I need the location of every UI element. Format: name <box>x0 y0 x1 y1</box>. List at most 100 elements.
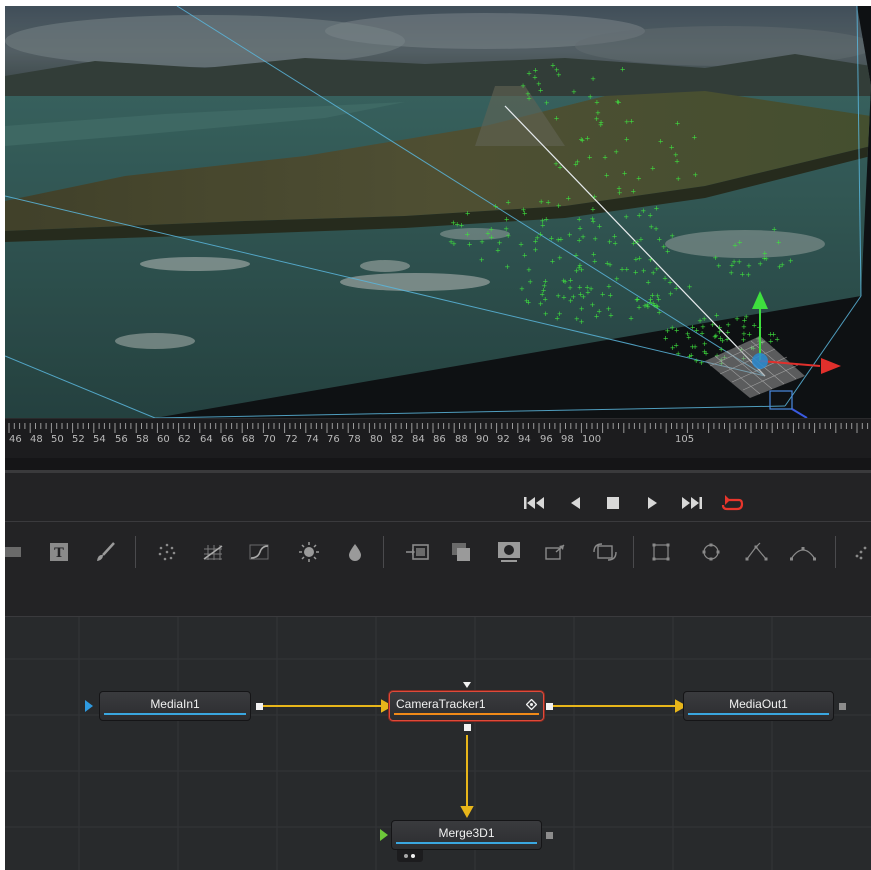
more-tools[interactable] <box>847 538 871 566</box>
svg-text:+: + <box>571 88 577 96</box>
svg-text:+: + <box>522 210 528 218</box>
node-cameratracker1[interactable]: CameraTracker1 <box>389 691 544 721</box>
color-correct-tool[interactable] <box>199 538 227 566</box>
output-port[interactable] <box>256 703 263 710</box>
svg-text:+: + <box>745 271 751 279</box>
svg-text:+: + <box>788 257 794 265</box>
go-to-start-button[interactable] <box>519 491 549 515</box>
svg-text:+: + <box>668 290 674 298</box>
blur-tool[interactable] <box>341 538 369 566</box>
svg-text:+: + <box>553 160 559 168</box>
particles-tool[interactable] <box>153 538 181 566</box>
toolbar-separator <box>135 536 136 568</box>
tick-label: 66 <box>221 434 234 445</box>
svg-text:+: + <box>526 266 532 274</box>
text-tool[interactable]: T <box>45 538 73 566</box>
svg-text:+: + <box>692 171 698 179</box>
svg-text:+: + <box>561 293 567 301</box>
svg-text:+: + <box>545 199 551 207</box>
svg-text:+: + <box>565 195 571 203</box>
svg-text:+: + <box>624 118 630 126</box>
step-back-button[interactable] <box>563 491 587 515</box>
ellipse-mask-tool[interactable] <box>697 538 725 566</box>
mask-tool[interactable] <box>495 538 523 566</box>
timeline-scrollbar[interactable] <box>5 458 871 473</box>
svg-text:+: + <box>588 285 594 293</box>
loop-button[interactable] <box>717 491 747 515</box>
resize-tool[interactable] <box>591 538 619 566</box>
tick-label: 64 <box>200 434 213 445</box>
node-editor[interactable]: MediaIn1 CameraTracker1 MediaOut1 Merge3… <box>5 617 871 870</box>
rectangle-mask-icon <box>652 543 670 561</box>
svg-text:+: + <box>450 219 456 227</box>
svg-text:+: + <box>597 222 603 230</box>
node-color-bar <box>688 713 829 715</box>
svg-text:+: + <box>667 279 673 287</box>
tick-label: 86 <box>433 434 446 445</box>
svg-text:+: + <box>687 283 693 291</box>
input-port-icon[interactable] <box>380 829 388 841</box>
background-icon <box>406 544 429 560</box>
transform-tool[interactable] <box>541 538 569 566</box>
output-port[interactable] <box>464 724 471 731</box>
play-button[interactable] <box>641 491 665 515</box>
node-color-bar <box>396 842 537 844</box>
svg-text:+: + <box>771 225 777 233</box>
svg-text:+: + <box>493 203 499 211</box>
svg-text:+: + <box>557 310 563 318</box>
output-port[interactable] <box>839 703 846 710</box>
svg-text:+: + <box>675 350 681 358</box>
stop-icon <box>607 497 619 509</box>
stop-button[interactable] <box>601 491 625 515</box>
svg-text:+: + <box>616 99 622 107</box>
svg-text:+: + <box>653 302 659 310</box>
viewer-3d[interactable]: + + + + + + + + + + + + + + + + + + + + + + + + + + + + + + + + + + + + + + + +… <box>5 6 871 418</box>
svg-text:+: + <box>685 330 691 338</box>
node-mediaout1[interactable]: MediaOut1 <box>683 691 834 721</box>
input-port-icon[interactable] <box>463 682 471 688</box>
brightness-contrast-tool[interactable] <box>295 538 323 566</box>
svg-text:+: + <box>567 231 573 239</box>
more-icon <box>855 546 867 560</box>
output-port[interactable] <box>546 703 553 710</box>
image-plane-tool[interactable] <box>5 538 27 566</box>
svg-text:+: + <box>594 313 600 321</box>
tick-label: 50 <box>51 434 64 445</box>
panel-divider <box>5 473 871 485</box>
tick-label: 88 <box>455 434 468 445</box>
paint-icon <box>97 542 115 561</box>
brightness-contrast-icon <box>299 542 319 562</box>
rectangle-mask-tool[interactable] <box>647 538 675 566</box>
paint-tool[interactable] <box>91 538 119 566</box>
tick-label: 48 <box>30 434 43 445</box>
merge-tool[interactable] <box>447 538 475 566</box>
svg-text:+: + <box>520 82 526 90</box>
svg-text:+: + <box>595 109 601 117</box>
svg-text:+: + <box>448 238 454 246</box>
input-port-icon[interactable] <box>85 700 93 712</box>
output-port[interactable] <box>546 832 553 839</box>
polygon-mask-tool[interactable] <box>743 538 771 566</box>
background-tool[interactable] <box>403 538 431 566</box>
svg-text:+: + <box>505 199 511 207</box>
svg-text:+: + <box>692 343 698 351</box>
curves-tool[interactable] <box>245 538 273 566</box>
svg-text:+: + <box>650 269 656 277</box>
node-mediain1[interactable]: MediaIn1 <box>99 691 251 721</box>
ellipse-mask-icon <box>702 543 720 561</box>
bspline-mask-tool[interactable] <box>789 538 817 566</box>
svg-text:+: + <box>578 136 584 144</box>
svg-text:+: + <box>574 315 580 323</box>
viewer-canvas[interactable]: + + + + + + + + + + + + + + + + + + + + + + + + + + + + + + + + + + + + + + + +… <box>5 6 871 418</box>
timeline-ruler[interactable]: 46 48 50 52 54 56 58 60 62 64 66 68 70 7… <box>5 418 871 459</box>
transform-icon <box>545 544 565 560</box>
node-merge3d1[interactable]: Merge3D1 <box>391 820 542 850</box>
go-to-end-button[interactable] <box>677 491 707 515</box>
svg-text:+: + <box>590 215 596 223</box>
svg-text:+: + <box>647 212 653 220</box>
svg-text:+: + <box>669 232 675 240</box>
svg-text:+: + <box>633 255 639 263</box>
svg-text:+: + <box>550 258 556 266</box>
svg-text:+: + <box>557 254 563 262</box>
svg-text:+: + <box>710 321 716 329</box>
